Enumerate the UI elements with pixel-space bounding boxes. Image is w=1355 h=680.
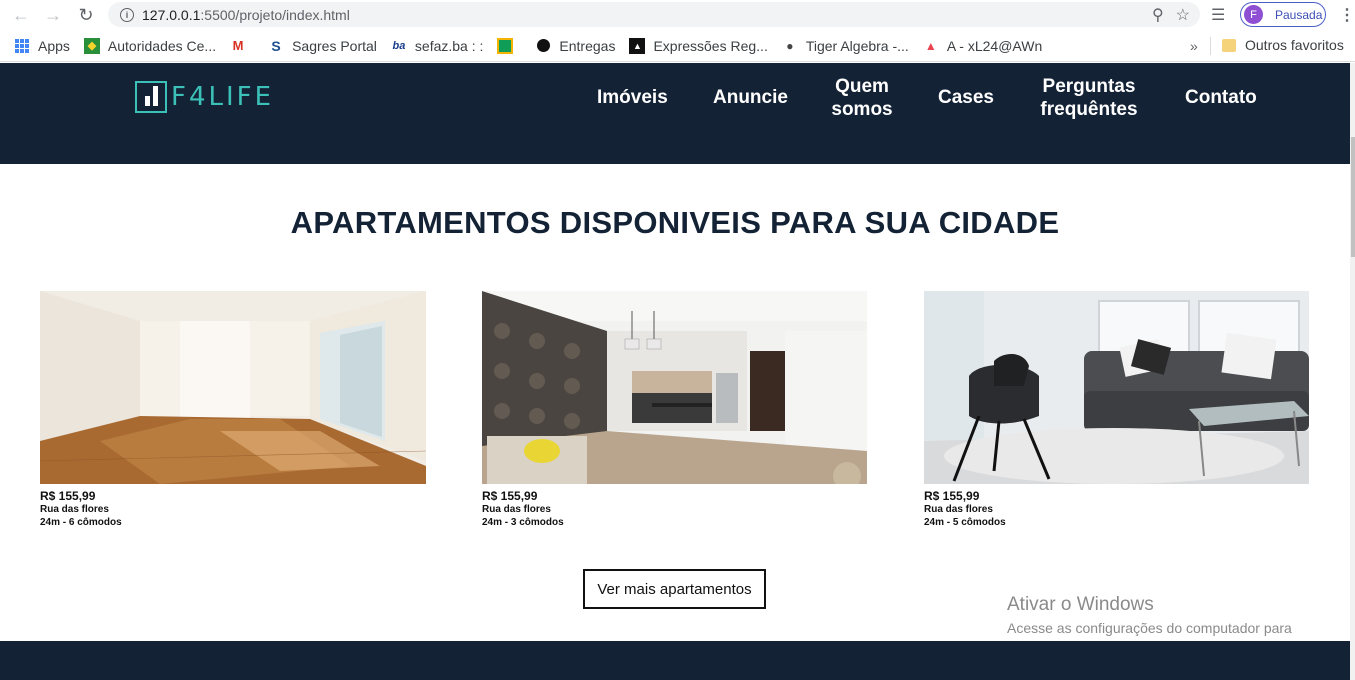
bookmark-label: sefaz.ba : : <box>414 37 484 54</box>
card-street: Rua das flores <box>924 504 993 515</box>
bookmark-entregas[interactable]: Entregas <box>535 38 615 54</box>
nav-cases[interactable]: Cases <box>938 86 994 109</box>
bookmark-airtable[interactable]: ▲ A - xL24@AWn <box>923 38 1042 54</box>
empty-room-image <box>40 291 426 484</box>
apartment-photo[interactable] <box>924 291 1309 484</box>
bookmark-autoridades[interactable]: ◆ Autoridades Ce... <box>83 37 217 54</box>
apps-grid-icon <box>14 38 30 54</box>
apartment-card[interactable]: R$ 155,99 Rua das flores 24m - 6 cômodos <box>40 291 426 529</box>
site-footer <box>0 641 1350 680</box>
folder-icon <box>1222 38 1236 52</box>
card-price: R$ 155,99 <box>40 489 96 503</box>
sagres-icon: S <box>271 37 281 54</box>
site-info-icon[interactable]: i <box>120 7 134 22</box>
gmail-icon: M <box>232 38 244 53</box>
bookmark-tiger[interactable]: ● Tiger Algebra -... <box>782 38 909 54</box>
more-apartments-button[interactable]: Ver mais apartamentos <box>583 569 766 609</box>
card-street: Rua das flores <box>482 504 551 515</box>
bookmark-label: Expressões Reg... <box>653 37 768 54</box>
forward-arrow-icon[interactable]: → <box>41 3 65 27</box>
address-bar[interactable]: i 127.0.0.1:5500/projeto/index.html ⚲ ☆ <box>108 2 1200 27</box>
nav-perguntas[interactable]: Perguntas frequêntes <box>1033 75 1145 121</box>
regex-icon: ▲ <box>629 37 646 54</box>
apartment-photo[interactable] <box>40 291 426 484</box>
nav-anuncie[interactable]: Anuncie <box>713 86 788 109</box>
card-detail: 24m - 3 cômodos <box>482 517 564 528</box>
bookmarks-divider <box>1210 37 1211 55</box>
apartment-photo[interactable] <box>482 291 867 484</box>
main-nav: Imóveis Anuncie Quem somos Cases Pergunt… <box>0 63 1350 133</box>
url-host: 127.0.0.1 <box>142 6 201 23</box>
avatar: F <box>1244 5 1263 24</box>
apartment-card[interactable]: R$ 155,99 Rua das flores 24m - 3 cômodos <box>482 291 867 529</box>
profile-status: Pausada <box>1275 7 1323 22</box>
flag-icon: ◆ <box>83 37 100 54</box>
bookmark-drive[interactable] <box>497 37 521 54</box>
browser-toolbar: ← → ↻ i 127.0.0.1:5500/projeto/index.htm… <box>0 0 1355 30</box>
other-bookmarks[interactable]: Outros favoritos <box>1222 37 1344 53</box>
bookmark-label: Sagres Portal <box>292 37 377 54</box>
url-text[interactable]: 127.0.0.1:5500/projeto/index.html <box>142 7 350 23</box>
card-price: R$ 155,99 <box>482 489 538 503</box>
bookmark-sagres[interactable]: S Sagres Portal <box>268 38 377 54</box>
more-bookmarks-icon[interactable]: » <box>1190 38 1198 54</box>
bookmark-apps[interactable]: Apps <box>14 38 70 54</box>
bookmark-label: Apps <box>38 37 70 54</box>
sefaz-icon: ba <box>392 39 406 52</box>
bookmark-label: Autoridades Ce... <box>107 37 217 54</box>
kitchen-living-image <box>482 291 867 484</box>
card-price: R$ 155,99 <box>924 489 980 503</box>
drive-icon <box>497 37 514 54</box>
url-path: :5500/projeto/index.html <box>200 6 350 23</box>
section-title: APARTAMENTOS DISPONIVEIS PARA SUA CIDADE <box>290 205 1060 240</box>
scrollbar-thumb[interactable] <box>1351 137 1355 257</box>
card-street: Rua das flores <box>40 504 109 515</box>
watermark-title: Ativar o Windows <box>1007 594 1154 615</box>
bookmark-regex[interactable]: ▲ Expressões Reg... <box>629 37 768 54</box>
nav-contato[interactable]: Contato <box>1185 86 1257 109</box>
bookmark-label: A - xL24@AWn <box>946 37 1043 54</box>
github-icon <box>535 38 551 54</box>
bookmarks-bar: Apps ◆ Autoridades Ce... M S Sagres Port… <box>0 30 1355 62</box>
media-control-icon[interactable]: ☰ <box>1211 5 1225 25</box>
back-arrow-icon[interactable]: ← <box>9 3 33 27</box>
airtable-icon: ▲ <box>924 38 937 53</box>
chrome-menu-icon[interactable]: ⋮ <box>1339 5 1355 25</box>
nav-imoveis[interactable]: Imóveis <box>597 86 668 109</box>
apartment-card[interactable]: R$ 155,99 Rua das flores 24m - 5 cômodos <box>924 291 1309 529</box>
bookmark-star-icon[interactable]: ☆ <box>1176 5 1190 25</box>
nav-quem-somos[interactable]: Quem somos <box>828 75 896 121</box>
profile-button[interactable]: F Pausada <box>1240 2 1326 27</box>
tiger-icon: ● <box>786 38 794 53</box>
site-header: F4LIFE Imóveis Anuncie Quem somos Cases … <box>0 63 1350 164</box>
other-bookmarks-label: Outros favoritos <box>1245 37 1344 53</box>
card-detail: 24m - 5 cômodos <box>924 517 1006 528</box>
zoom-icon[interactable]: ⚲ <box>1152 5 1164 25</box>
living-room-image <box>924 291 1309 484</box>
bookmark-label: Tiger Algebra -... <box>805 37 909 54</box>
reload-icon[interactable]: ↻ <box>74 3 98 27</box>
bookmark-gmail[interactable]: M <box>230 38 254 54</box>
card-detail: 24m - 6 cômodos <box>40 517 122 528</box>
bookmark-sefaz[interactable]: ba sefaz.ba : : <box>391 37 484 54</box>
bookmark-label: Entregas <box>559 37 616 54</box>
